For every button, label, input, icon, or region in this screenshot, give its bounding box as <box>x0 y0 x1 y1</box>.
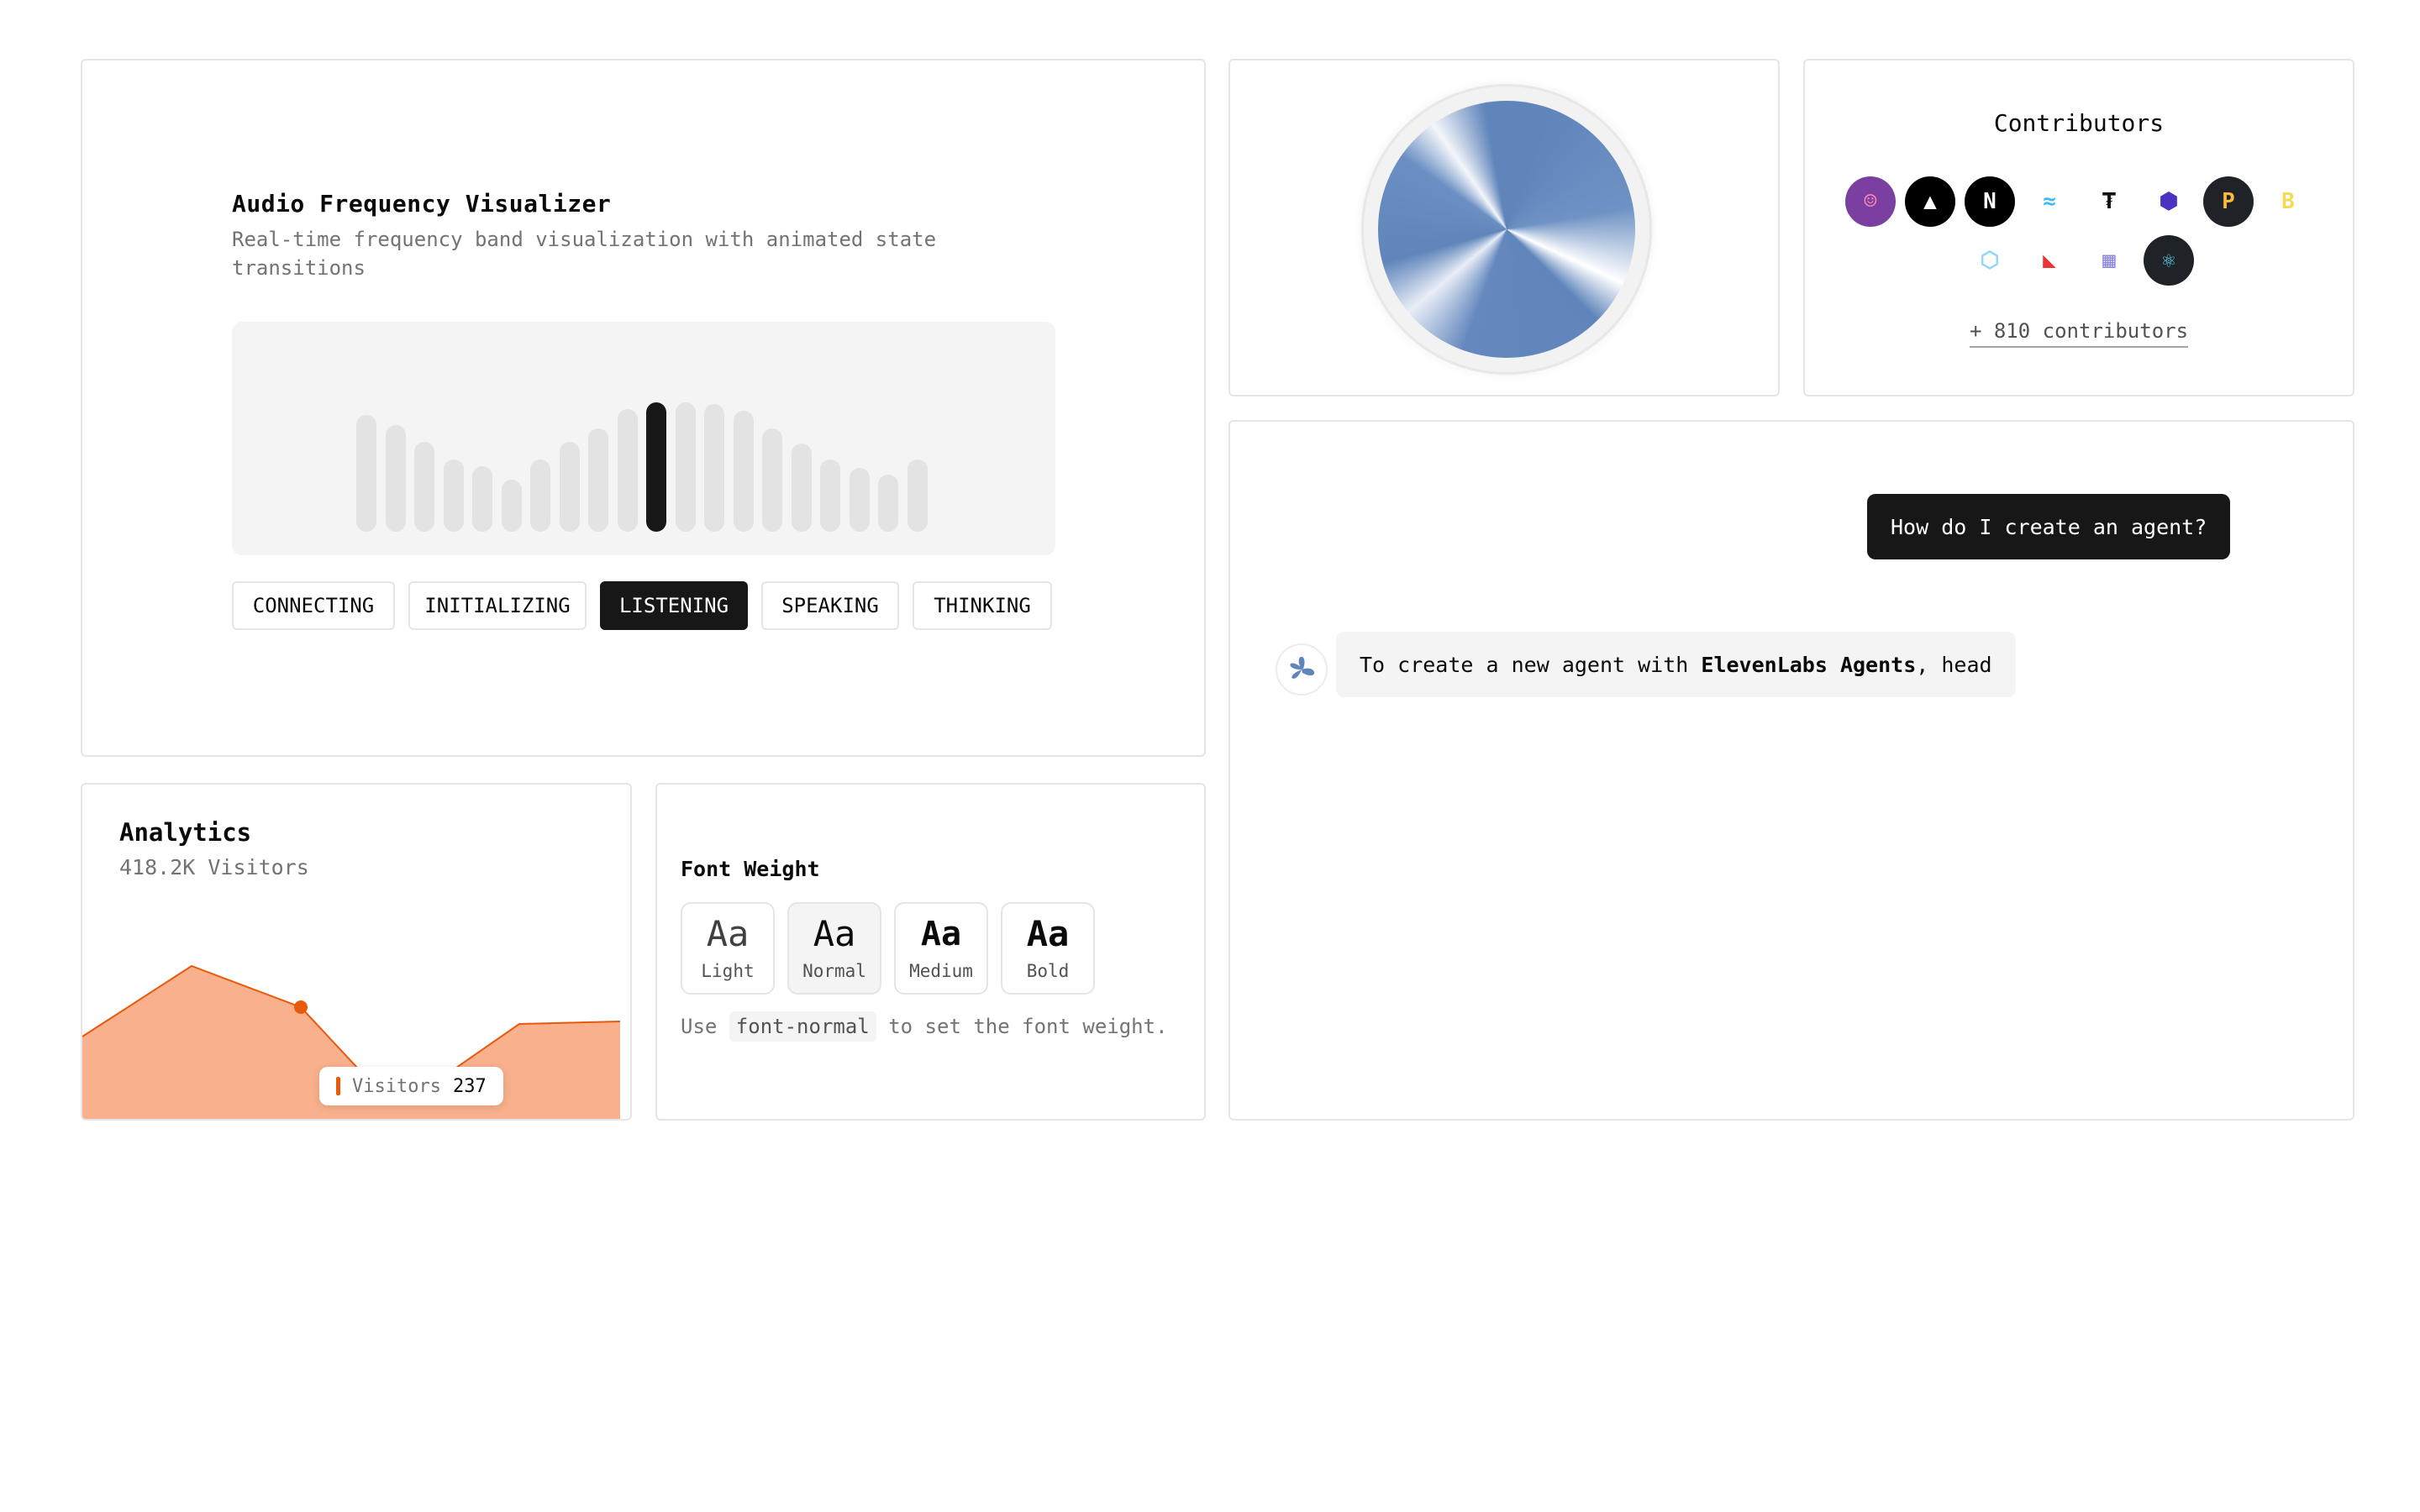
frequency-bar <box>849 468 870 532</box>
turborepo-icon[interactable]: ₮ <box>2084 176 2134 227</box>
contributors-card: Contributors ☺ ▲ N ≈ ₮ ⬢ P B ⬡ ◣ ▦ ⚛ + 810 contribu… <box>1803 59 2354 396</box>
audio-visualizer-title: Audio Frequency Visualizer <box>232 190 612 218</box>
agent-message-bold: ElevenLabs Agents <box>1701 652 1917 677</box>
font-weight-label: Light <box>701 961 755 981</box>
eslint-icon[interactable]: ⬢ <box>2144 176 2194 227</box>
font-weight-label: Normal <box>802 961 866 981</box>
analytics-title: Analytics <box>119 818 252 847</box>
agent-message-bubble: To create a new agent with ElevenLabs Ag… <box>1336 632 2016 697</box>
font-weight-option-bold[interactable]: Aa Bold <box>1001 902 1095 995</box>
agent-avatar <box>1276 643 1328 696</box>
agent-message-suffix: , head <box>1916 652 1992 677</box>
frequency-bar <box>414 442 434 532</box>
frequency-bar <box>530 459 550 532</box>
frequency-bar <box>733 411 754 532</box>
pattern-icon[interactable]: ▦ <box>2084 235 2134 286</box>
font-weight-sample: Aa <box>813 913 856 954</box>
tooltip-value: 237 <box>452 1075 487 1097</box>
frequency-bars-panel <box>232 322 1055 555</box>
tooltip-swatch <box>336 1077 340 1095</box>
orb-card <box>1228 59 1780 396</box>
font-weight-card: Font Weight Aa Light Aa Normal Aa Medium Aa Bol… <box>655 783 1206 1121</box>
frequency-bar <box>385 425 406 532</box>
contributors-link-label[interactable]: + 810 contributors <box>1969 319 2189 348</box>
orb-visual-icon[interactable] <box>1378 101 1635 358</box>
font-weight-sample: Aa <box>920 915 962 953</box>
audio-visualizer-card: Audio Frequency Visualizer Real-time fre… <box>81 59 1206 757</box>
frequency-bar <box>704 404 724 532</box>
nextjs-icon[interactable]: N <box>1965 176 2015 227</box>
webpack-icon[interactable]: ⬡ <box>1965 235 2015 286</box>
frequency-bar <box>878 475 898 532</box>
frequency-bar <box>501 480 522 532</box>
font-weight-option-light[interactable]: Aa Light <box>681 902 775 995</box>
frequency-bar <box>820 459 840 532</box>
analytics-card: Analytics 418.2K Visitors Visitors 237 <box>81 783 632 1121</box>
audio-visualizer-description: Real-time frequency band visualization w… <box>232 228 937 280</box>
state-button-listening[interactable]: LISTENING <box>600 581 748 630</box>
react-icon[interactable]: ⚛ <box>2144 235 2194 286</box>
note-prefix: Use <box>681 1015 729 1038</box>
frequency-bar <box>356 415 376 532</box>
active-point[interactable] <box>294 1000 308 1014</box>
note-code: font-normal <box>729 1011 876 1042</box>
font-weight-sample: Aa <box>1026 913 1070 954</box>
frequency-bar <box>762 428 782 532</box>
agent-message-prefix: To create a new agent with <box>1360 652 1702 677</box>
chart-tooltip: Visitors 237 <box>319 1067 503 1105</box>
state-button-thinking[interactable]: THINKING <box>913 581 1052 630</box>
font-weight-title: Font Weight <box>681 857 820 881</box>
font-weight-label: Medium <box>909 961 973 981</box>
frequency-bar <box>675 402 696 532</box>
contributors-link[interactable]: + 810 contributors <box>1805 319 2353 348</box>
babel-icon[interactable]: B <box>2263 176 2313 227</box>
frequency-bar <box>443 459 464 532</box>
frequency-bar <box>617 409 638 532</box>
vercel-icon[interactable]: ▲ <box>1905 176 1955 227</box>
user-message-bubble: How do I create an agent? <box>1867 494 2231 559</box>
state-button-connecting[interactable]: CONNECTING <box>232 581 395 630</box>
tooltip-label: Visitors <box>352 1075 441 1097</box>
user-avatar-icon[interactable]: ☺ <box>1845 176 1896 227</box>
font-weight-sample: Aa <box>706 913 750 954</box>
font-weight-label: Bold <box>1026 961 1070 981</box>
prettier-icon[interactable]: P <box>2203 176 2254 227</box>
frequency-bar <box>907 459 928 532</box>
frequency-bar <box>646 402 666 532</box>
font-weight-option-normal[interactable]: Aa Normal <box>787 902 881 995</box>
state-button-speaking[interactable]: SPEAKING <box>761 581 899 630</box>
state-button-initializing[interactable]: INITIALIZING <box>408 581 587 630</box>
font-weight-note: Use font-normal to set the font weight. <box>681 1011 1168 1042</box>
note-suffix: to set the font weight. <box>876 1015 1168 1038</box>
orb-ring <box>1361 84 1652 375</box>
analytics-subtitle: 418.2K Visitors <box>119 855 309 879</box>
frequency-bar <box>472 466 492 532</box>
frequency-bar <box>588 428 608 532</box>
agent-orb-icon <box>1290 656 1315 679</box>
font-weight-option-medium[interactable]: Aa Medium <box>894 902 988 995</box>
tailwind-icon[interactable]: ≈ <box>2024 176 2075 227</box>
rollup-icon[interactable]: ◣ <box>2024 235 2075 286</box>
contributors-title: Contributors <box>1993 109 2165 137</box>
chat-card: How do I create an agent? To create a ne… <box>1228 420 2354 1121</box>
frequency-bar <box>791 444 812 532</box>
frequency-bar <box>559 442 580 532</box>
